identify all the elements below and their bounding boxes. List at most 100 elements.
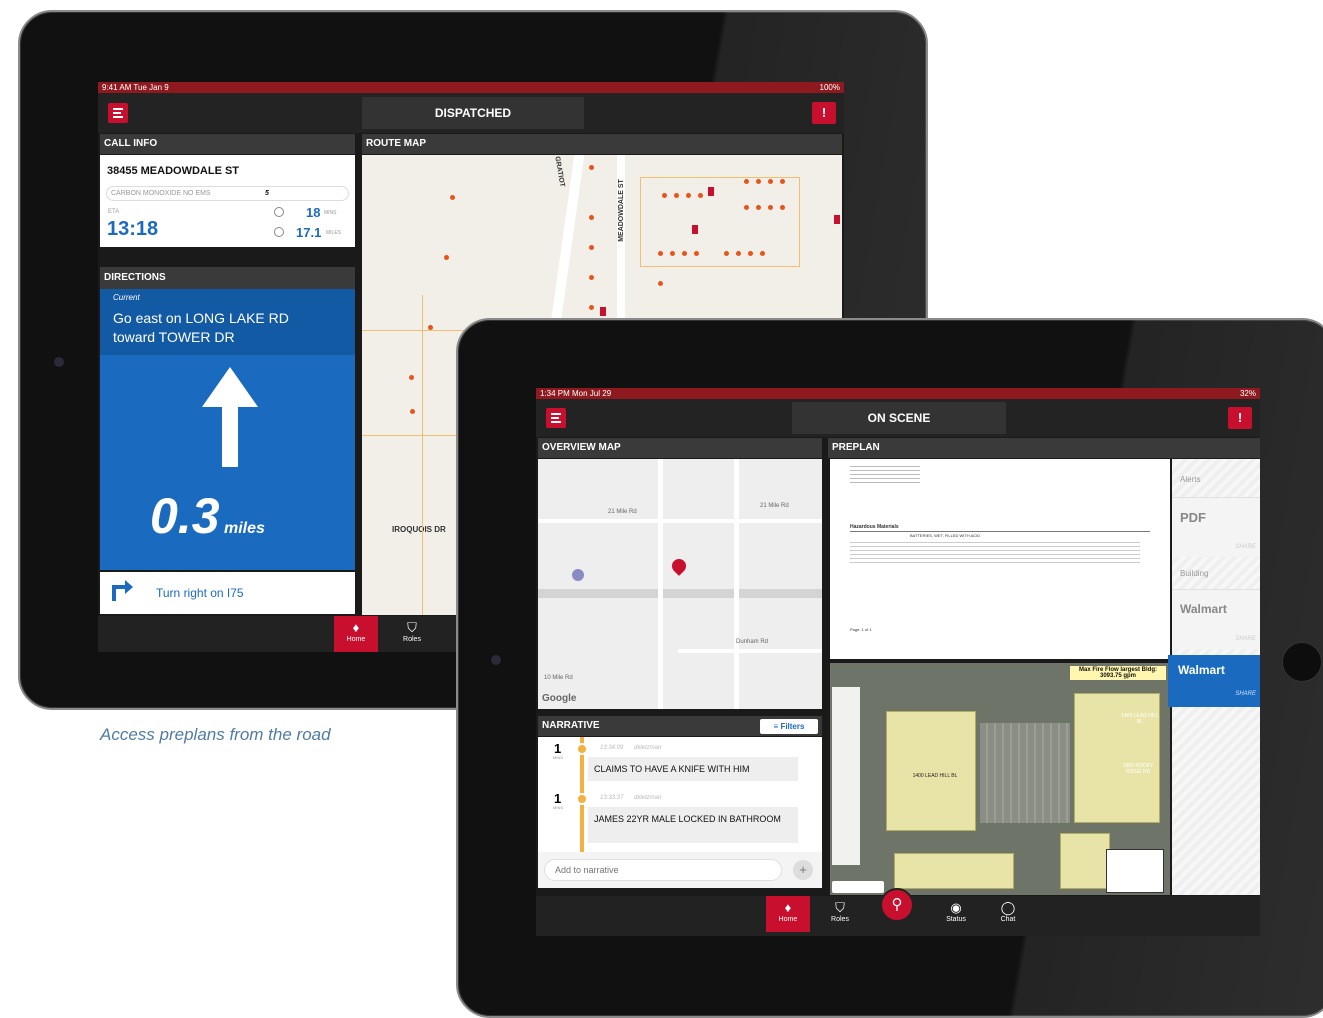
call-type-count: 5 [265,190,269,197]
hydrant-dot [670,251,675,256]
preplan-document[interactable]: Hazardous Materials BATTERIES, WET, FILL… [830,459,1170,659]
entry-count: 1 [554,791,562,806]
status-battery: 100% [819,83,840,92]
alert-button[interactable]: ! [812,102,836,124]
hydrant-dot [736,251,741,256]
home-button[interactable] [1282,642,1322,682]
status-bar: 9:41 AM Tue Jan 9 100% [98,82,844,93]
map-road [538,589,822,598]
tab-status[interactable]: ◉ Status [934,896,978,932]
parcel [422,295,423,615]
hydrant-dot [760,251,765,256]
hydrant-dot [409,375,414,380]
doc-lines [850,539,1140,565]
map-road [538,519,822,523]
search-icon: ⚲ [891,896,903,913]
doc-rule [850,531,1150,532]
narrative-header: NARRATIVE ≡ Filters [538,716,822,736]
page-title: ON SCENE [792,402,1006,434]
doc-page: Page: 1 of 1 [850,627,872,632]
sidebar-item-pdf[interactable]: PDF SHARE [1172,497,1260,557]
search-button[interactable]: ⚲ [880,888,914,922]
shield-icon: ⛉ [835,900,845,915]
sidebar-item-walmart-active[interactable]: Walmart SHARE [1168,655,1260,707]
map-road-label: 21 Mile Rd [608,509,637,515]
doc-line: BATTERIES, WET, FILLED WITH ACID [910,533,981,538]
tab-chat[interactable]: ◯ Chat [986,896,1030,932]
hydrant-dot [428,325,433,330]
map-road-label: 10 Mile Rd [544,675,573,681]
tab-roles[interactable]: ⛉ Roles [818,896,862,932]
entry-count: 1 [554,741,562,756]
current-label: Current [113,293,140,302]
map-road-label: 21 Mile Rd [760,503,789,509]
sidebar-item-share[interactable]: SHARE [1235,691,1256,697]
hydrant-dot [748,251,753,256]
hydrant-dot [658,251,663,256]
hydrant-dot [674,193,679,198]
route-map-header: ROUTE MAP [362,134,842,154]
sidebar-item-walmart[interactable]: Walmart SHARE [1172,589,1260,649]
tab-home[interactable]: ♦ Home [766,896,810,932]
tab-roles[interactable]: ⛉ Roles [390,616,434,652]
sidebar-item-share[interactable]: SHARE [1235,636,1256,642]
narrative-input[interactable] [544,859,782,881]
call-info-panel: 38455 MEADOWDALE ST CARBON MONOXIDE NO E… [100,155,355,247]
timeline-dot [576,793,588,805]
tab-label: Roles [403,636,421,643]
location-inset [1106,849,1164,893]
flame-icon: ♦ [352,620,360,635]
sidebar-section-alerts: Alerts [1180,475,1201,484]
tab-label: Chat [1000,916,1016,923]
narrative-list: 1 MINS 13:34:09 dkletzman CLAIMS TO HAVE… [538,737,822,852]
sidebar-item-label: Walmart [1180,602,1227,616]
overview-map[interactable]: 21 Mile Rd 21 Mile Rd Dunham Rd 10 Mile … [538,459,822,709]
list-item: 1 MINS 13:33:37 dkletzman JAMES 22YR MAL… [538,789,822,849]
directions-header: DIRECTIONS [100,267,355,289]
ipad-on-scene: 1:34 PM Mon Jul 29 32% ON SCENE ! OVERVI… [456,318,1323,1018]
filters-button[interactable]: ≡ Filters [760,719,818,734]
alert-button[interactable]: ! [1228,407,1252,429]
map-road-label: Dunham Rd [736,639,769,645]
hydrant-dot [589,245,594,250]
fire-station-marker [834,215,840,224]
status-bar: 1:34 PM Mon Jul 29 32% [536,388,1260,399]
map-road-label: MEADOWDALE ST [617,179,625,242]
map-road-label: IROQUOIS DR [392,525,446,534]
preplan-header: PREPLAN [828,438,1260,458]
preplan-aerial[interactable]: 1400 LEAD HILL BL 1400 LEAD HILL BL 1800… [830,663,1170,895]
hydrant-dot [724,251,729,256]
next-direction: Turn right on I75 [100,572,355,614]
hydrant-dot [658,281,663,286]
caption: Access preplans from the road [100,725,331,744]
compass-icon [832,881,884,893]
status-icon: ◉ [950,900,962,915]
overview-map-header: OVERVIEW MAP [538,438,822,458]
parcel [640,177,800,267]
fire-station-marker [692,225,698,234]
entry-user: dkletzman [634,795,662,801]
hydrant-dot [682,251,687,256]
building-label: 1400 LEAD HILL BL [1121,713,1159,725]
entry-text: CLAIMS TO HAVE A KNIFE WITH HIM [588,757,798,781]
doc-heading: Hazardous Materials [850,524,899,530]
distance: 0.3 miles [150,487,265,545]
menu-button[interactable] [108,103,128,123]
map-road-label: S GRATIOT [552,155,566,188]
screen-on-scene: 1:34 PM Mon Jul 29 32% ON SCENE ! OVERVI… [536,388,1260,936]
tab-home[interactable]: ♦ Home [334,616,378,652]
add-narrative-button[interactable]: + [793,860,813,880]
hydrant-dot [694,251,699,256]
entry-time: 13:33:37 [600,795,624,801]
status-time: 1:34 PM Mon Jul 29 [540,389,612,398]
hydrant-dot [589,305,594,310]
timeline-dot [576,743,588,755]
fire-station-marker [708,187,714,196]
menu-button[interactable] [546,408,566,428]
direction-arrow-panel: 0.3 miles [100,355,355,570]
sidebar-item-share[interactable]: SHARE [1235,544,1256,550]
top-bar: ON SCENE ! [536,399,1260,437]
hydrant-dot [698,193,703,198]
current-text: Go east on LONG LAKE RD toward TOWER DR [113,310,289,345]
map-road [734,459,739,709]
